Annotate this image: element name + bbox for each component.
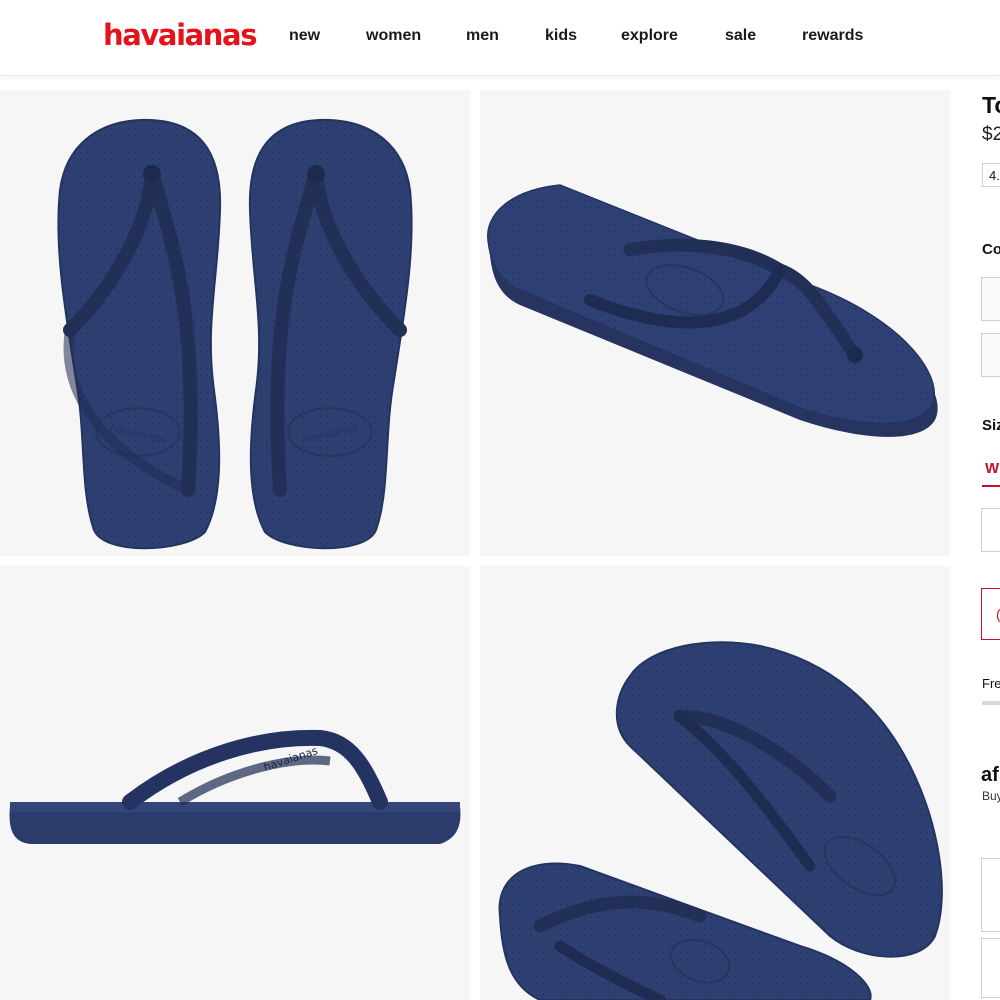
havaianas-logo[interactable]: havaianas xyxy=(103,18,257,52)
site-header: havaianas new women men kids explore sal… xyxy=(0,0,1000,76)
nav-item-explore[interactable]: explore xyxy=(621,27,678,45)
nav-item-kids[interactable]: kids xyxy=(545,27,577,45)
product-info-panel: To $2 4. Co Siz W ( Fre af Buy xyxy=(950,76,1000,1000)
color-swatch-grey[interactable] xyxy=(981,277,1000,321)
nav-item-women[interactable]: women xyxy=(366,27,421,45)
free-shipping-text: Fre xyxy=(982,676,1000,691)
product-image-top-view[interactable]: havaianas havaianas xyxy=(0,90,470,556)
add-to-cart-label: ( xyxy=(996,606,1000,622)
size-label: Siz xyxy=(982,417,1000,434)
afterpay-logo: af xyxy=(981,764,999,786)
nav-item-sale[interactable]: sale xyxy=(725,27,756,45)
color-swatch-pink[interactable] xyxy=(981,333,1000,377)
shipping-progress-bar xyxy=(982,701,1000,705)
color-label: Co xyxy=(982,241,1000,258)
rating-badge[interactable]: 4. xyxy=(982,163,1000,187)
nav-item-men[interactable]: men xyxy=(466,27,499,45)
tab-underline xyxy=(982,485,1000,487)
nav-item-rewards[interactable]: rewards xyxy=(802,27,863,45)
info-card[interactable] xyxy=(981,938,1000,998)
nav-item-new[interactable]: new xyxy=(289,27,320,45)
info-card[interactable] xyxy=(981,858,1000,932)
size-option[interactable] xyxy=(981,508,1000,552)
add-to-cart-button[interactable]: ( xyxy=(981,588,1000,640)
tab-women-sizes[interactable]: W xyxy=(985,460,999,477)
product-price: $2 xyxy=(982,124,1000,145)
afterpay-buy-text: Buy xyxy=(982,789,1000,803)
product-title: To xyxy=(982,92,1000,118)
product-image-side[interactable]: havaianas xyxy=(0,566,470,1000)
product-gallery: havaianas havaianas havaianas xyxy=(0,90,950,1000)
product-image-angled[interactable] xyxy=(480,90,950,556)
product-image-pair-overlap[interactable] xyxy=(480,566,950,1000)
